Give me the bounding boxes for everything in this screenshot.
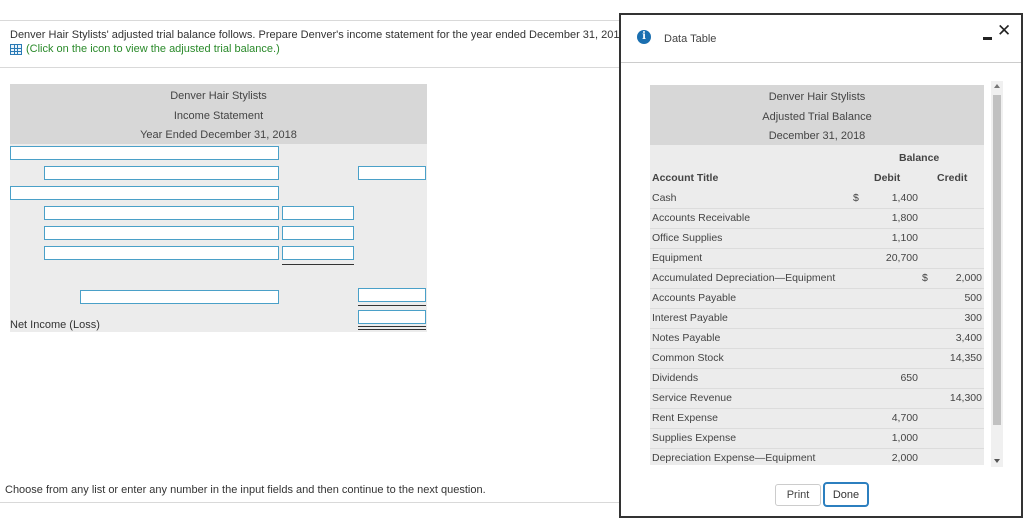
revenue-heading-select[interactable] [10, 146, 279, 160]
account-title-cell: Depreciation Expense—Equipment [652, 452, 816, 464]
account-title-cell: Office Supplies [652, 232, 723, 244]
credit-cell: 3,400 [955, 332, 982, 344]
account-title-cell: Accumulated Depreciation—Equipment [652, 272, 836, 284]
net-income-underline-1 [358, 326, 426, 327]
is-period: Year Ended December 31, 2018 [140, 129, 297, 141]
row-divider [650, 368, 984, 369]
debit-cell: 20,700 [885, 252, 918, 264]
total-expenses-underline [358, 305, 426, 306]
revenue-amount-input[interactable] [358, 166, 426, 180]
instruction-text: Choose from any list or enter any number… [5, 484, 486, 496]
expense-heading-select[interactable] [10, 186, 279, 200]
net-income-label: Net Income (Loss) [10, 319, 100, 331]
expense-amount-input-3[interactable] [282, 246, 354, 260]
data-table-modal: i Data Table ✕ Denver Hair Stylists Adju… [619, 13, 1023, 518]
row-divider [650, 308, 984, 309]
scroll-thumb[interactable] [993, 95, 1001, 425]
account-title-cell: Cash [652, 192, 677, 204]
close-icon[interactable]: ✕ [997, 21, 1011, 41]
modal-divider [621, 62, 1021, 63]
row-divider [650, 348, 984, 349]
minimize-button[interactable] [981, 27, 995, 41]
table-icon[interactable] [10, 43, 22, 55]
total-expenses-select[interactable] [80, 290, 279, 304]
tb-company: Denver Hair Stylists [768, 91, 866, 103]
debit-cell: 1,000 [891, 432, 918, 444]
account-title-cell: Dividends [652, 372, 699, 384]
account-title-cell: Rent Expense [652, 412, 718, 424]
credit-cell: 300 [964, 312, 982, 324]
print-button[interactable]: Print [775, 484, 821, 506]
income-statement-header: Denver Hair Stylists Income Statement Ye… [10, 84, 427, 144]
question-divider [0, 67, 620, 68]
done-button[interactable]: Done [823, 482, 869, 507]
top-divider [0, 20, 620, 21]
row-divider [650, 388, 984, 389]
row-divider [650, 208, 984, 209]
expense-account-select-2[interactable] [44, 226, 279, 240]
row-divider [650, 408, 984, 409]
debit-cell: 1,400 [891, 192, 918, 204]
net-income-underline-2 [358, 329, 426, 330]
is-company: Denver Hair Stylists [170, 90, 267, 102]
bottom-divider [0, 502, 620, 503]
row-divider [650, 288, 984, 289]
debit-cell: 1,800 [891, 212, 918, 224]
row-divider [650, 428, 984, 429]
expense-amount-input-1[interactable] [282, 206, 354, 220]
debit-cell: 1,100 [891, 232, 918, 244]
account-title-heading: Account Title [652, 172, 719, 184]
expense-account-select-3[interactable] [44, 246, 279, 260]
expense-underline [282, 264, 354, 265]
account-title-cell: Interest Payable [652, 312, 728, 324]
tb-title: Adjusted Trial Balance [762, 111, 872, 123]
view-table-link[interactable]: (Click on the icon to view the adjusted … [10, 43, 280, 55]
revenue-account-select[interactable] [44, 166, 279, 180]
is-title: Income Statement [173, 110, 264, 122]
debit-cell: 650 [900, 372, 918, 384]
account-title-cell: Equipment [652, 252, 703, 264]
credit-cell: 2,000 [955, 272, 982, 284]
scroll-down-icon[interactable] [994, 459, 1000, 463]
info-icon: i [637, 30, 651, 44]
credit-cell: 14,300 [949, 392, 982, 404]
balance-heading: Balance [899, 152, 940, 164]
tb-date: December 31, 2018 [768, 130, 866, 142]
debit-heading: Debit [874, 172, 901, 184]
account-title-cell: Service Revenue [652, 392, 732, 404]
account-title-cell: Common Stock [652, 352, 724, 364]
trial-balance-header: Denver Hair Stylists Adjusted Trial Bala… [650, 85, 984, 145]
net-income-input[interactable] [358, 310, 426, 324]
question-text: Denver Hair Stylists' adjusted trial bal… [10, 29, 629, 41]
expense-account-select-1[interactable] [44, 206, 279, 220]
credit-cell: 500 [964, 292, 982, 304]
row-divider [650, 248, 984, 249]
row-divider [650, 228, 984, 229]
account-title-cell: Supplies Expense [652, 432, 737, 444]
account-title-cell: Notes Payable [652, 332, 721, 344]
expense-amount-input-2[interactable] [282, 226, 354, 240]
account-title-cell: Accounts Payable [652, 292, 737, 304]
account-title-cell: Accounts Receivable [652, 212, 751, 224]
credit-heading: Credit [937, 172, 968, 184]
modal-scrollbar[interactable] [991, 81, 1003, 467]
row-divider [650, 448, 984, 449]
debit-cell: 4,700 [891, 412, 918, 424]
view-table-link-text[interactable]: (Click on the icon to view the adjusted … [26, 43, 280, 55]
row-divider [650, 328, 984, 329]
modal-title: Data Table [664, 33, 717, 45]
row-divider [650, 268, 984, 269]
scroll-up-icon[interactable] [994, 84, 1000, 88]
total-expenses-input[interactable] [358, 288, 426, 302]
credit-cell: 14,350 [949, 352, 982, 364]
debit-cell: 2,000 [891, 452, 918, 464]
